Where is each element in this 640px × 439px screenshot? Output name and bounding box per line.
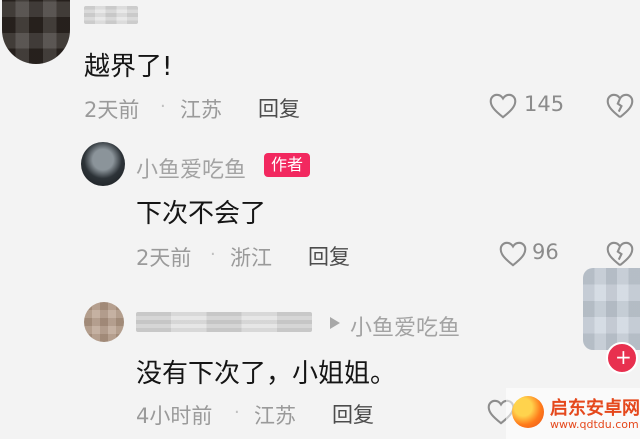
reply-arrow-icon — [328, 315, 342, 331]
replier-avatar-blurred[interactable] — [84, 302, 124, 342]
author-badge: 作者 — [264, 153, 311, 177]
reply-time: 4小时前 — [136, 404, 213, 428]
like-count: 145 — [524, 92, 565, 116]
reply-button[interactable]: 回复 — [308, 241, 350, 271]
reply-location: 江苏 — [254, 404, 296, 428]
commenter-avatar-blurred[interactable] — [2, 0, 70, 64]
replier-name-blurred[interactable] — [136, 312, 312, 332]
floating-avatar-blurred[interactable] — [583, 268, 640, 350]
plus-icon: + — [615, 345, 632, 369]
reply-text: 下次不会了 — [136, 199, 267, 229]
watermark: 启东安卓网 www.qdtdu.com — [506, 388, 640, 439]
reply-text: 没有下次了，小姐姐。 — [136, 359, 397, 389]
heart-icon — [498, 240, 528, 267]
reply-button[interactable]: 回复 — [258, 93, 300, 123]
meta-separator: · — [234, 402, 240, 423]
author-avatar[interactable] — [81, 142, 125, 186]
like-button[interactable]: 145 — [488, 92, 578, 120]
comment-location: 江苏 — [180, 98, 222, 122]
like-button[interactable]: 96 — [498, 240, 578, 268]
reply-to-username[interactable]: 小鱼爱吃鱼 — [350, 310, 460, 342]
watermark-logo-icon — [512, 396, 544, 428]
like-count: 96 — [532, 240, 559, 264]
comment-text: 越界了! — [84, 52, 173, 82]
meta-separator: · — [210, 244, 216, 265]
author-username[interactable]: 小鱼爱吃鱼 — [136, 152, 246, 184]
watermark-title: 启东安卓网 — [550, 398, 640, 419]
heart-icon — [488, 92, 518, 119]
watermark-url: www.qdtdu.com — [550, 418, 639, 431]
reply-button[interactable]: 回复 — [332, 399, 374, 429]
reply-location: 浙江 — [230, 246, 272, 270]
commenter-name-blurred[interactable] — [84, 6, 138, 24]
comment-time: 2天前 — [84, 98, 140, 122]
broken-heart-icon[interactable] — [605, 240, 635, 267]
follow-plus-button[interactable]: + — [606, 342, 638, 374]
reply-time: 2天前 — [136, 246, 192, 270]
meta-separator: · — [160, 96, 166, 117]
broken-heart-icon[interactable] — [605, 92, 635, 119]
